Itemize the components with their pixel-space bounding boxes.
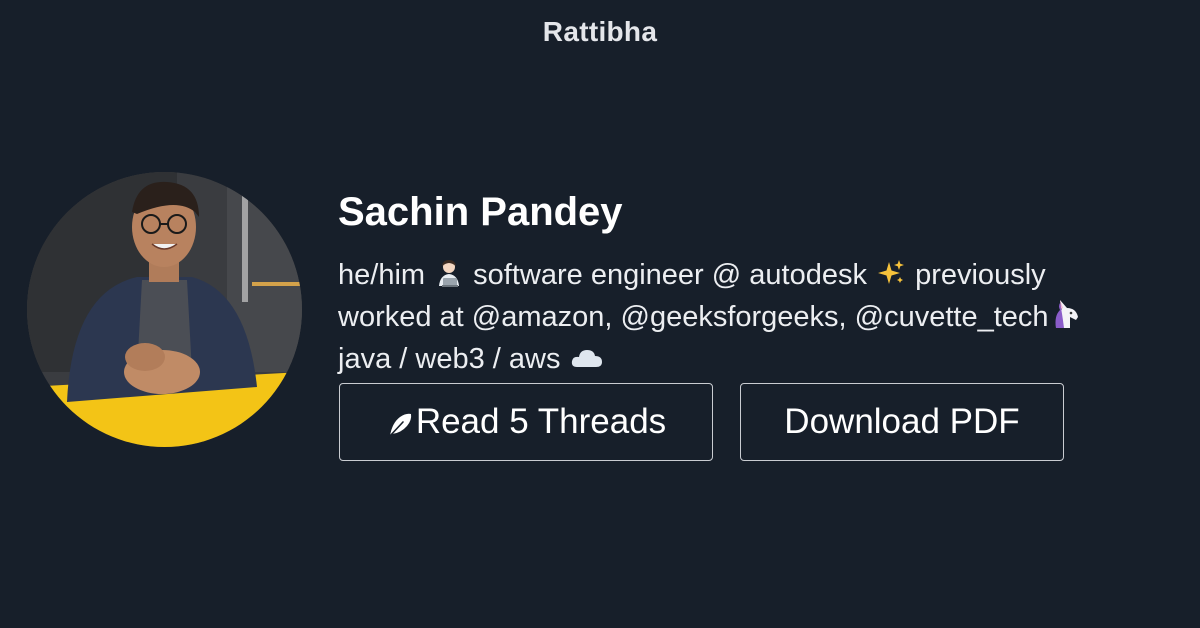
bio-text: java / web3 / aws (338, 343, 561, 375)
feather-icon (386, 408, 414, 438)
bio-line-1: he/him software engineer @ autodesk prev… (338, 256, 1168, 298)
bio-text: worked at @amazon, @geeksforgeeks, @cuve… (338, 301, 1049, 333)
download-pdf-button[interactable]: Download PDF (740, 383, 1064, 461)
bio-line-2: worked at @amazon, @geeksforgeeks, @cuve… (338, 298, 1168, 340)
profile-bio: he/him software engineer @ autodesk prev… (338, 256, 1168, 382)
avatar-photo (27, 172, 302, 447)
unicorn-icon (1050, 298, 1082, 340)
bio-text: previously (915, 259, 1046, 291)
bio-text: he/him (338, 259, 426, 291)
bio-line-3: java / web3 / aws (338, 340, 1168, 382)
cloud-icon (570, 342, 604, 382)
sparkles-icon (876, 258, 906, 298)
bio-text: software engineer @ autodesk (473, 259, 867, 291)
read-threads-button[interactable]: Read 5 Threads (339, 383, 713, 461)
profile-name: Sachin Pandey (338, 190, 623, 234)
download-pdf-label: Download PDF (784, 402, 1020, 441)
technologist-emoji-icon (434, 258, 464, 298)
read-threads-label: Read 5 Threads (415, 402, 667, 441)
site-brand[interactable]: Rattibha (0, 16, 1200, 48)
profile-avatar (27, 172, 302, 447)
